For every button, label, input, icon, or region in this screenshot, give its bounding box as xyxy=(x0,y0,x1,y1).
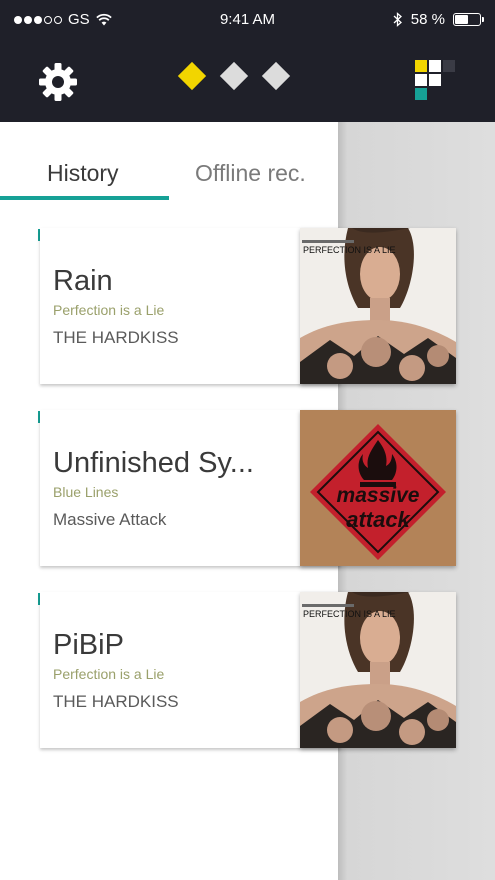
battery-fill xyxy=(455,15,468,24)
track-card-2[interactable]: Unfinished Sy... Blue Lines Massive Atta… xyxy=(40,410,340,566)
tab-bar: History Offline rec. xyxy=(0,122,338,200)
status-bar: GS 9:41 AM 58 % xyxy=(0,0,495,40)
battery-icon xyxy=(453,13,484,26)
cover-text-line-2: attack xyxy=(346,507,411,532)
track-card-1[interactable]: Rain Perfection is a Lie THE HARDKISS xyxy=(40,228,340,384)
track-artist: Massive Attack xyxy=(53,510,167,529)
cover-text: PERFECTION IS A LIE xyxy=(303,245,396,255)
status-right: 58 % xyxy=(393,11,484,28)
bluetooth-icon xyxy=(393,12,402,27)
tab-offline-rec[interactable]: Offline rec. xyxy=(195,160,306,187)
settings-gear-icon[interactable] xyxy=(38,62,78,102)
track-album: Perfection is a Lie xyxy=(53,302,165,318)
track-album: Blue Lines xyxy=(53,484,119,500)
active-tab-indicator xyxy=(0,196,169,200)
page-indicator-dot-2[interactable] xyxy=(219,61,249,91)
cover-text-line-1: massive xyxy=(337,484,420,507)
track-title: Rain xyxy=(53,265,113,297)
track-artist: THE HARDKISS xyxy=(53,692,179,711)
album-cover-perfection-is-a-lie[interactable]: PERFECTION IS A LIE xyxy=(300,592,456,748)
track-title: Unfinished Sy... xyxy=(53,447,254,479)
page-indicator-dot-3[interactable] xyxy=(261,61,291,91)
app-header: GS 9:41 AM 58 % xyxy=(0,0,495,122)
tab-history[interactable]: History xyxy=(47,160,119,187)
battery-percent: 58 % xyxy=(410,11,445,28)
album-cover-blue-lines[interactable]: massive attack xyxy=(300,410,456,566)
track-title: PiBiP xyxy=(53,629,124,661)
album-cover-perfection-is-a-lie[interactable]: PERFECTION IS A LIE xyxy=(300,228,456,384)
app-logo-icon[interactable] xyxy=(415,60,457,102)
track-album: Perfection is a Lie xyxy=(53,666,165,682)
page-indicator-dot-1[interactable] xyxy=(177,61,207,91)
track-artist: THE HARDKISS xyxy=(53,328,179,347)
cover-text: PERFECTION IS A LIE xyxy=(303,609,396,619)
track-card-3[interactable]: PiBiP Perfection is a Lie THE HARDKISS xyxy=(40,592,340,748)
page-indicator[interactable] xyxy=(177,61,291,91)
